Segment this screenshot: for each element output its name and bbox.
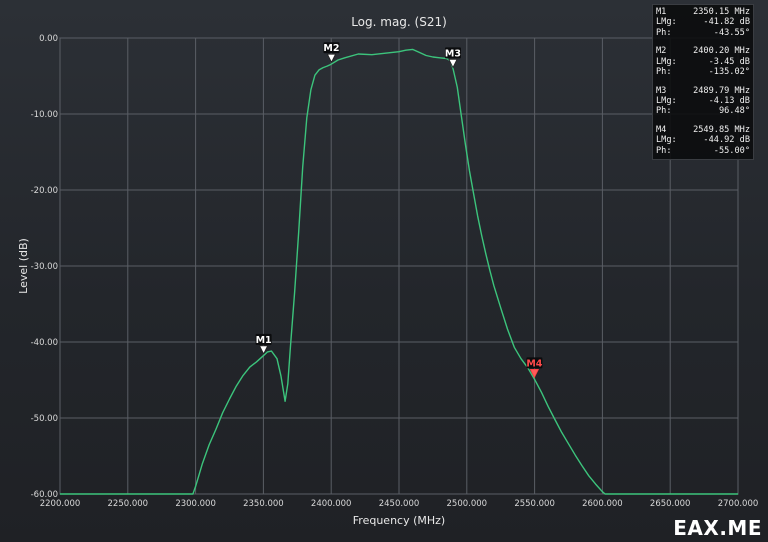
marker-label: M4 — [526, 358, 542, 369]
marker-readout-label: M3 — [656, 85, 667, 96]
x-tick-label: 2450.000 — [379, 499, 420, 509]
marker-readout-ph-label: Ph: — [656, 106, 672, 117]
marker-readout-phase: 96.48° — [718, 106, 750, 117]
x-tick-label: 2550.000 — [514, 499, 555, 509]
marker-readout-m2: M2 2400.20 MHz LMg: -3.45 dB Ph: -135.02° — [656, 46, 750, 77]
marker-readout-frequency: 2549.85 MHz — [693, 125, 750, 136]
x-tick-label: 2600.000 — [582, 499, 623, 509]
marker-readout-label: M1 — [656, 7, 667, 17]
marker-readout-lmg-label: LMg: — [656, 17, 677, 28]
marker-readout-phase: -55.00° — [713, 145, 750, 156]
marker-readout-label: M4 — [656, 125, 667, 136]
marker-readout-ph-label: Ph: — [656, 145, 672, 156]
marker-readout-m1: M1 2350.15 MHz LMg: -41.82 dB Ph: -43.55° — [656, 7, 750, 38]
y-tick-label: -50.00 — [31, 414, 58, 424]
x-tick-label: 2350.000 — [243, 499, 284, 509]
x-tick-label: 2250.000 — [108, 499, 149, 509]
marker-readout-lmg: -44.92 dB — [703, 135, 750, 146]
y-axis-label: Level (dB) — [17, 238, 30, 294]
marker-readout-ph-label: Ph: — [656, 66, 672, 77]
marker-triangle — [326, 53, 337, 64]
y-tick-label: -60.00 — [31, 490, 58, 500]
marker-readout-frequency: 2489.79 MHz — [693, 85, 750, 96]
marker-readout-lmg-label: LMg: — [656, 96, 677, 107]
marker-readout-lmg: -3.45 dB — [708, 56, 750, 67]
marker-readout-lmg-label: LMg: — [656, 56, 677, 67]
marker-readout-frequency: 2400.20 MHz — [693, 46, 750, 57]
marker-readout-phase: -43.55° — [713, 27, 750, 38]
chart-title: Log. mag. (S21) — [351, 15, 447, 29]
x-tick-label: 2500.000 — [447, 499, 488, 509]
marker-readout-m4: M4 2549.85 MHz LMg: -44.92 dB Ph: -55.00° — [656, 125, 750, 156]
y-tick-label: -40.00 — [31, 338, 58, 348]
marker-label: M3 — [445, 48, 461, 59]
marker-triangle — [448, 58, 458, 69]
x-tick-label: 2300.000 — [175, 499, 216, 509]
marker-readout-label: M2 — [656, 46, 667, 57]
y-tick-label: -20.00 — [31, 186, 58, 196]
marker-readout-lmg-label: LMg: — [656, 135, 677, 146]
y-tick-label: -30.00 — [31, 262, 58, 272]
marker-readout-phase: -135.02° — [708, 66, 750, 77]
marker-readout-lmg: -41.82 dB — [703, 17, 750, 28]
y-tick-label: 0.00 — [39, 34, 58, 44]
x-tick-label: 2650.000 — [650, 499, 691, 509]
x-axis-label: Frequency (MHz) — [353, 514, 445, 527]
x-tick-label: 2400.000 — [311, 499, 352, 509]
x-tick-label: 2700.000 — [718, 499, 759, 509]
marker-readout-ph-label: Ph: — [656, 27, 672, 38]
marker-readout-frequency: 2350.15 MHz — [693, 7, 750, 17]
x-tick-label: 2200.000 — [40, 499, 81, 509]
watermark-logo: EAX.ME — [673, 516, 762, 540]
marker-readout-m3: M3 2489.79 MHz LMg: -4.13 dB Ph: 96.48° — [656, 86, 750, 117]
marker-readout-panel: M1 2350.15 MHz LMg: -41.82 dB Ph: -43.55° M… — [652, 4, 754, 161]
marker-label: M1 — [256, 335, 272, 346]
marker-label: M2 — [323, 43, 339, 54]
y-tick-label: -10.00 — [31, 110, 58, 120]
marker-readout-lmg: -4.13 dB — [708, 96, 750, 107]
